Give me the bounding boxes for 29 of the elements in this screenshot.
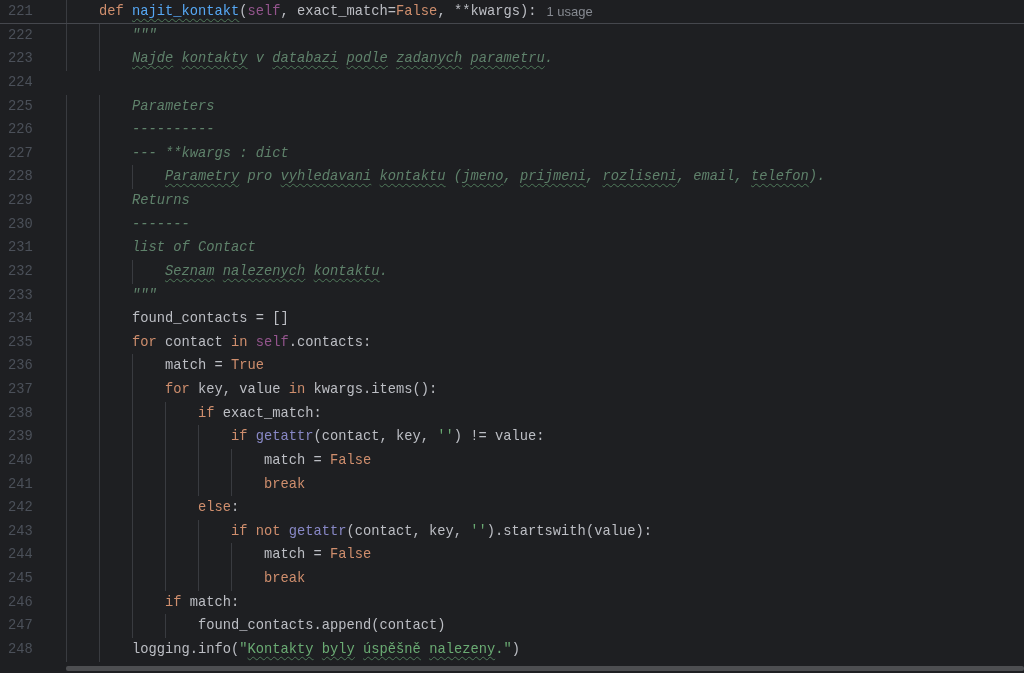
code-line: Returns [131, 192, 190, 210]
code-line: if exact_match: [197, 404, 322, 423]
code-line: match = False [263, 546, 372, 565]
code-line: ---------- [131, 121, 215, 140]
code-line: if match: [164, 593, 240, 612]
code-line: Parametry pro vyhledavani kontaktu (jmeno, prijmeni, rozliseni, email, telefon). [164, 168, 826, 187]
code-line: def najit_kontakt(self, exact_match=False, **kwargs): [98, 2, 537, 21]
code-line: """ [131, 26, 157, 45]
scrollbar-thumb[interactable] [66, 665, 1024, 671]
code-line: if not getattr(contact, key, '').startswith(value): [230, 522, 652, 541]
code-line: match = True [164, 357, 265, 376]
code-line: Najde kontakty v databazi podle zadanych parametru. [131, 50, 553, 69]
code-line: else: [197, 499, 240, 518]
code-line: match = False [263, 451, 372, 470]
code-line: Seznam nalezenych kontaktu. [164, 262, 388, 281]
code-line: break [263, 570, 306, 588]
code-line: ------- [131, 215, 190, 234]
code-line: logging.info("Kontakty byly úspěšně nalezeny.") [131, 640, 520, 659]
code-line: found_contacts = [] [131, 310, 289, 329]
code-line: found_contacts.append(contact) [197, 617, 446, 636]
usage-hint[interactable]: 1 usage [546, 0, 593, 24]
code-line: Parameters [131, 97, 215, 116]
code-line: break [263, 475, 306, 494]
code-line: for key, value in kwargs.items(): [164, 381, 438, 399]
code-line: for contact in self.contacts: [131, 333, 372, 352]
code-line: list of Contact [131, 239, 256, 258]
code-line: --- **kwargs : dict [131, 144, 289, 163]
code-line: if getattr(contact, key, '') != value: [230, 428, 545, 447]
code-line: """ [131, 286, 157, 305]
